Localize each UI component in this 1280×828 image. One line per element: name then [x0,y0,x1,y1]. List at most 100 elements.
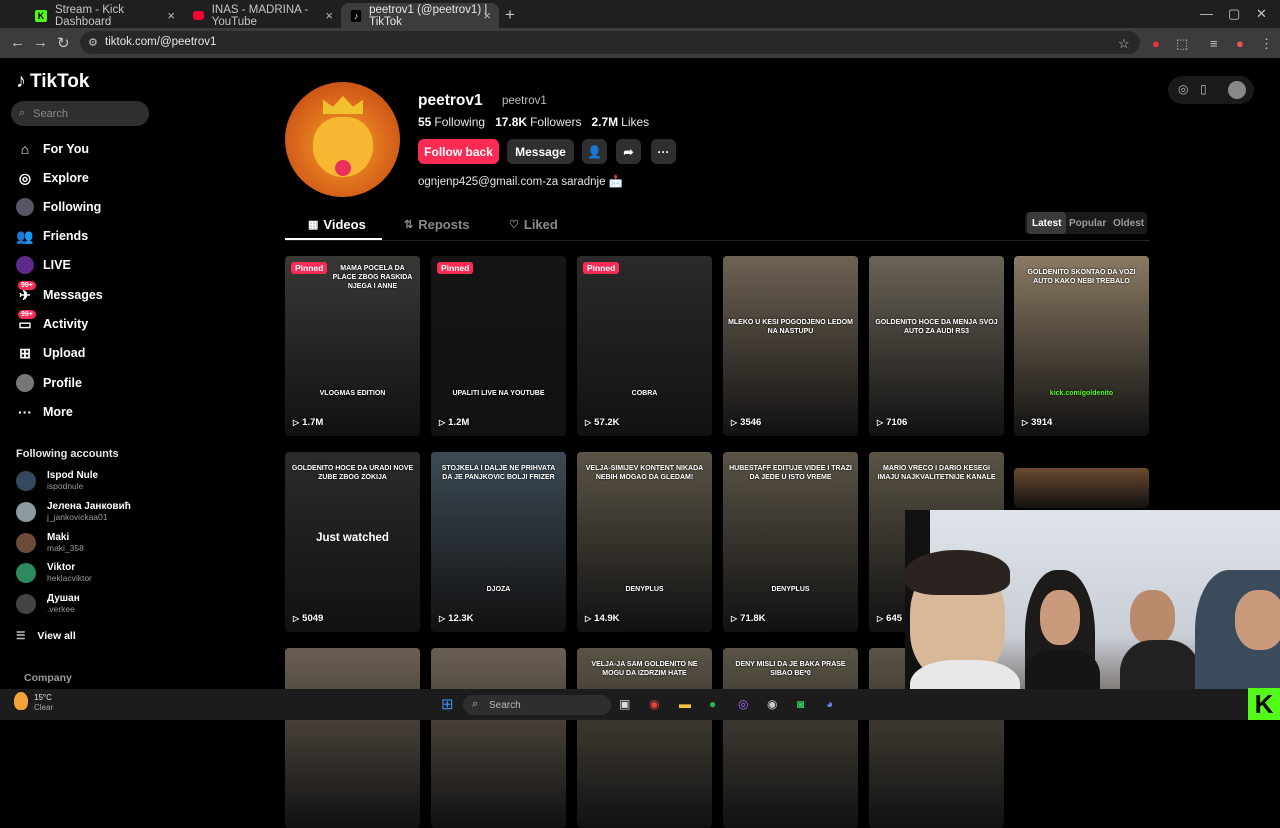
view-all-link[interactable]: ☰ View all [16,630,76,642]
maximize-icon[interactable]: ▢ [1228,6,1240,22]
sort-popular-button[interactable]: Popular [1064,212,1111,234]
video-card[interactable]: VELJA-JA SAM GOLDENITO NE MOGU DA IZDRZI… [577,648,712,828]
task-view-icon[interactable]: ▣ [619,697,630,711]
tab-tiktok[interactable]: ♪ peetrov1 (@peetrov1) | TikTok × [341,3,499,28]
tab-liked[interactable]: ♡ Liked [509,217,558,232]
sidebar-item-messages[interactable]: ✈ 99+ Messages [16,281,103,304]
add-friend-icon[interactable]: 👤 [582,139,607,164]
share-icon[interactable]: ➦ [616,139,641,164]
following-account[interactable]: Viktor heklacviktor [16,562,92,583]
reload-icon[interactable]: ↻ [57,34,70,52]
tiktok-logo[interactable]: ♪ TikTok [16,70,89,93]
phone-icon[interactable]: ▯ [1200,82,1207,96]
forward-icon[interactable]: → [33,34,48,51]
view-count-text: 1.7M [302,417,324,428]
video-card[interactable]: DENY MISLI DA JE BAKA PRASE SIBAO BE*0 [723,648,858,828]
video-card[interactable]: STOJKELA I DALJE NE PRIHVATA DA JE PANJK… [431,452,566,632]
following-account[interactable]: Душан .verkee [16,593,80,614]
account-avatar-icon[interactable]: ● [1236,36,1244,51]
spotify-icon[interactable]: ● [709,697,716,711]
profile-icon [16,374,34,392]
chrome-icon[interactable]: ◉ [649,697,659,711]
tab-reposts[interactable]: ⇅ Reposts [404,217,470,232]
more-options-icon[interactable]: ··· [651,139,676,164]
extension-red-icon[interactable]: ● [1152,36,1160,51]
minimize-icon[interactable]: — [1200,6,1213,21]
following-account[interactable]: Ispod Nule ispodnule [16,470,98,491]
coin-icon[interactable]: ◎ [1178,82,1188,96]
video-card[interactable]: Pinned COBRA ▷ 57.2K [577,256,712,436]
file-explorer-icon[interactable]: ▬ [679,697,691,711]
view-count-text: 71.8K [740,613,766,624]
sort-oldest-button[interactable]: Oldest [1108,212,1149,234]
followers-stat[interactable]: 17.8K Followers [495,115,581,129]
close-tab-icon[interactable]: × [483,8,491,23]
following-icon [16,198,34,216]
video-card[interactable]: GOLDENITO HOCE DA URADI NOVE ZUBE ZBOG Z… [285,452,420,632]
video-card[interactable]: Pinned MAMA POCELA DA PLACE ZBOG RASKIDA … [285,256,420,436]
search-input[interactable]: ⌕ Search [11,101,149,126]
address-bar: ← → ↻ ⚙ tiktok.com/@peetrov1 ☆ ● ⬚ ≡ ● ⋮ [0,28,1280,58]
url-text[interactable]: tiktok.com/@peetrov1 [105,36,216,48]
windows-start-icon[interactable]: ⊞ [441,695,454,713]
weather-widget[interactable]: 15°C Clear [34,693,53,713]
sidebar-item-explore[interactable]: ◎ Explore [16,169,89,187]
close-tab-icon[interactable]: × [325,8,333,23]
site-info-icon[interactable]: ⚙ [88,36,98,49]
more-icon: ··· [18,404,32,420]
video-card[interactable] [285,648,420,828]
discord-icon[interactable]: ◕ [826,697,833,711]
following-account[interactable]: Јелена Јанковић j_jankovickaa01 [16,501,131,522]
video-card[interactable] [1014,468,1149,508]
sidebar-item-activity[interactable]: ▭ 99+ Activity [16,310,88,333]
video-card[interactable]: HUBESTAFF EDITUJE VIDEE I TRAZI DA JEDE … [723,452,858,632]
sort-latest-button[interactable]: Latest [1027,212,1067,234]
close-tab-icon[interactable]: × [167,8,175,23]
obs-icon[interactable]: ◉ [767,697,777,711]
video-card[interactable] [431,648,566,828]
sidebar-item-profile[interactable]: Profile [16,374,82,392]
video-card[interactable]: MLEKO U KESI POGODJENO LEDOM NA NASTUPU ▷… [723,256,858,436]
likes-stat: 2.7M Likes [591,115,650,129]
video-card[interactable]: VELJA-SIMIJEV KONTENT NIKADA NEBIH MOGAO… [577,452,712,632]
follow-back-button[interactable]: Follow back [418,139,499,164]
messages-icon: ✈ 99+ [16,281,36,304]
sidebar-item-upload[interactable]: ⊞ Upload [16,344,85,362]
close-window-icon[interactable]: ✕ [1256,6,1267,22]
following-account[interactable]: Maki maki_358 [16,532,84,553]
sidebar-item-following[interactable]: Following [16,198,101,216]
video-card[interactable]: GOLDENITO SKONTAO DA VOZI AUTO KAKO NEBI… [1014,256,1149,436]
tab-videos[interactable]: ▦ Videos [308,217,366,232]
whatsapp-icon[interactable]: ◙ [797,697,804,711]
video-overlay-text: kick.com/goldenito [1049,390,1114,397]
video-caption: GOLDENITO HOCE DA URADI NOVE ZUBE ZBOG Z… [291,465,414,481]
new-tab-icon[interactable]: + [505,5,515,25]
repost-icon: ⇅ [404,219,414,231]
play-icon: ▷ [293,418,300,427]
following-accounts-header: Following accounts [16,448,119,460]
sidebar-item-friends[interactable]: 👥 Friends [16,227,88,245]
video-card[interactable]: Pinned UPALITI LIVE NA YOUTUBE ▷ 1.2M [431,256,566,436]
bookmark-star-icon[interactable]: ☆ [1118,36,1130,52]
back-icon[interactable]: ← [10,34,25,51]
user-avatar-icon[interactable] [1228,81,1246,99]
extensions-icon[interactable]: ⬚ [1176,36,1188,52]
message-button[interactable]: Message [507,139,574,164]
activity-icon: ▭ 99+ [16,310,36,333]
just-watched-label: Just watched [316,532,389,544]
view-count-text: 14.9K [594,613,620,624]
omnibox[interactable] [80,31,1140,54]
reading-list-icon[interactable]: ≡ [1210,36,1218,51]
sidebar-item-more[interactable]: ··· More [16,403,73,421]
play-icon: ▷ [293,614,300,623]
app-icon[interactable]: ◎ [738,697,748,711]
menu-dots-icon[interactable]: ⋮ [1260,36,1273,52]
sidebar-item-for-you[interactable]: ⌂ For You [16,140,89,158]
tab-kick[interactable]: K Stream - Kick Dashboard × [25,3,183,28]
company-link[interactable]: Company [24,672,72,684]
tab-youtube[interactable]: INAS - MADRINA - YouTube × [183,3,341,28]
following-stat[interactable]: 55 Following [418,115,485,129]
sidebar-item-live[interactable]: LIVE [16,256,71,274]
taskbar-search[interactable]: ⌕ Search [463,695,611,715]
video-card[interactable]: GOLDENITO HOCE DA MENJA SVOJ AUTO ZA AUD… [869,256,1004,436]
